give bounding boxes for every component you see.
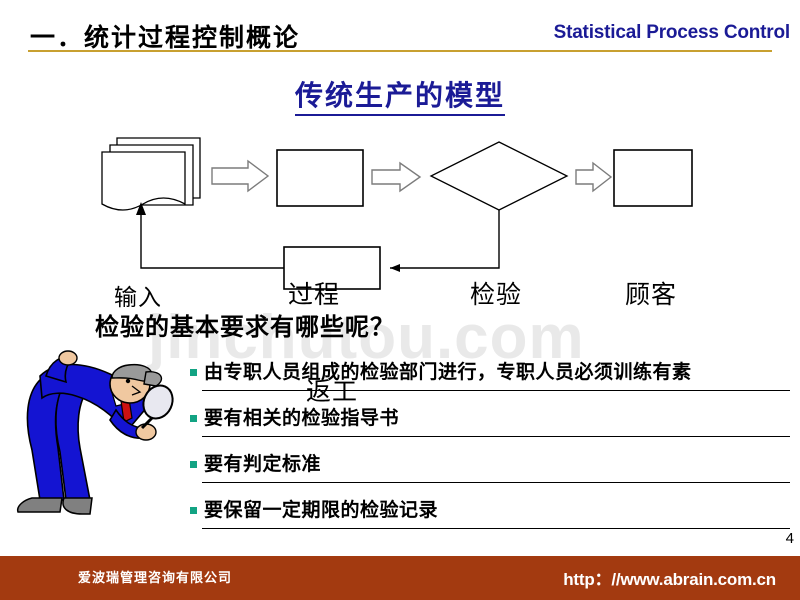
header-divider: [28, 50, 772, 52]
list-item-divider: [202, 482, 790, 483]
header-title-cn: 一．统计过程控制概论: [30, 23, 301, 52]
node-input-shape: [101, 137, 201, 211]
question-heading: 检验的基本要求有哪些呢？: [95, 313, 395, 341]
list-item-label: 要有判定标准: [204, 453, 322, 475]
footer-company-name: 爱波瑞管理咨询有限公司: [78, 571, 233, 586]
connector-inspect-customer: [576, 163, 608, 170]
inspector-clipart: [6, 340, 176, 520]
node-inspect-shape: [429, 141, 569, 211]
list-item-divider: [202, 390, 790, 391]
node-customer-label: 顾客: [625, 280, 678, 309]
slide-header: 一．统计过程控制概论 Statistical Process Control: [0, 0, 800, 52]
list-item-divider: [202, 528, 790, 529]
slide-footer: 爱波瑞管理咨询有限公司 http：//www.abrain.com.cn: [0, 556, 800, 600]
connector-inspect-customer-arrow: [575, 161, 613, 193]
node-inspect-label: 检验: [470, 280, 523, 309]
node-process-shape: [276, 149, 364, 207]
header-title-en: Statistical Process Control: [553, 22, 791, 43]
list-item-divider: [202, 436, 790, 437]
list-item-label: 由专职人员组成的检验部门进行，专职人员必须训练有素: [204, 361, 692, 383]
list-item: 要保留一定期限的检验记录: [190, 495, 790, 541]
page-number: 4: [785, 530, 794, 547]
bullet-square-icon: [190, 461, 197, 468]
connector-inspect-rework: [390, 210, 500, 269]
slide-subtitle-text: 传统生产的模型: [294, 79, 505, 116]
bullet-square-icon: [190, 507, 197, 514]
node-process-label: 过程: [288, 280, 341, 309]
bullet-square-icon: [190, 369, 197, 376]
process-flow-diagram: 输入 过程 检验 顾客 返工: [0, 120, 800, 406]
list-item-label: 要保留一定期限的检验记录: [204, 499, 439, 521]
slide-subtitle: 传统生产的模型: [0, 74, 800, 116]
connector-rework-input: [140, 212, 284, 269]
node-customer-shape: [613, 149, 693, 207]
footer-website-url[interactable]: http：//www.abrain.com.cn: [563, 565, 776, 590]
flowchart-svg: [101, 137, 693, 290]
connector-process-inspect: [371, 161, 422, 193]
bullet-square-icon: [190, 415, 197, 422]
connector-inspect-rework-arrowhead: [390, 264, 400, 272]
list-item: 由专职人员组成的检验部门进行，专职人员必须训练有素: [190, 357, 790, 403]
connector-input-process: [211, 159, 270, 193]
list-item: 要有判定标准: [190, 449, 790, 495]
list-item: 要有相关的检验指导书: [190, 403, 790, 449]
inspector-figure-icon: [16, 350, 174, 515]
list-item-label: 要有相关的检验指导书: [204, 407, 400, 429]
requirements-list: 由专职人员组成的检验部门进行，专职人员必须训练有素 要有相关的检验指导书 要有判…: [190, 357, 790, 541]
